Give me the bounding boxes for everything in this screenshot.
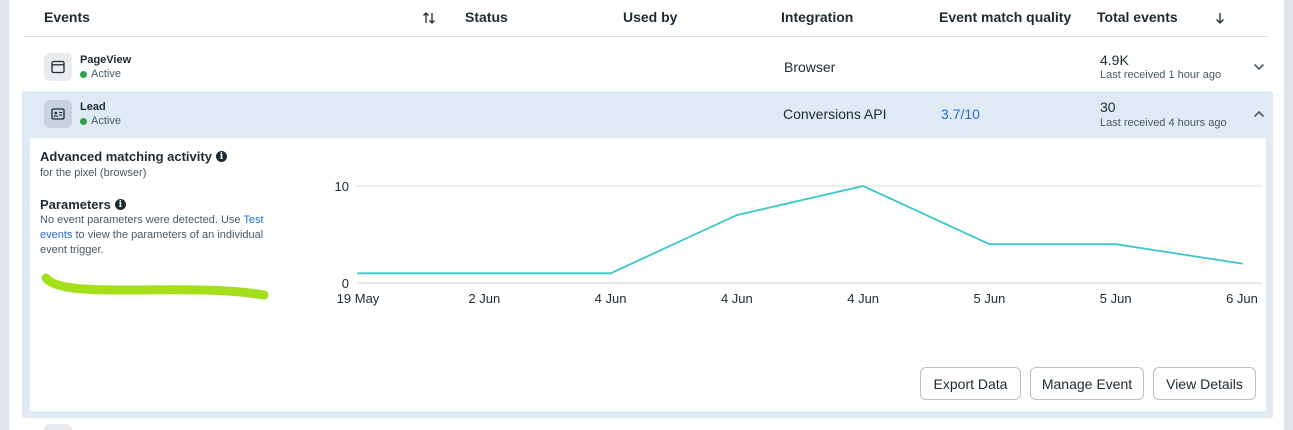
data-point[interactable]: [862, 185, 865, 187]
event-name: PageView: [80, 54, 132, 66]
parameters-description: No event parameters were detected. Use T…: [40, 213, 272, 258]
data-point[interactable]: [1114, 243, 1117, 246]
column-header-status[interactable]: Status: [465, 9, 508, 25]
advanced-matching-title-text: Advanced matching activity: [40, 149, 212, 164]
active-dot-icon: [80, 70, 87, 78]
data-point[interactable]: [735, 214, 738, 216]
x-tick-label: 5 Jun: [974, 291, 1006, 306]
data-point[interactable]: [357, 272, 359, 275]
total-events-value: 30: [1100, 99, 1116, 115]
last-received: Last received 4 hours ago: [1100, 117, 1227, 129]
right-scroll-rail: [1284, 0, 1293, 430]
advanced-matching-subtitle: for the pixel (browser): [40, 167, 147, 179]
data-point[interactable]: [609, 272, 612, 275]
data-point[interactable]: [988, 243, 991, 246]
data-point[interactable]: [483, 272, 486, 275]
x-tick-label: 4 Jun: [595, 291, 627, 306]
parameters-title-text: Parameters: [40, 197, 111, 212]
parameters-text: No event parameters were detected. Use: [40, 214, 244, 226]
x-tick-label: 5 Jun: [1100, 291, 1132, 306]
x-tick-label: 19 May: [337, 291, 380, 306]
browser-window-icon: [44, 53, 72, 81]
info-icon[interactable]: i: [114, 199, 126, 210]
parameters-text-end: to view the parameters of an individual …: [40, 229, 264, 256]
export-data-button[interactable]: Export Data: [920, 367, 1021, 400]
line-chart: 0 10 19 May 2 Jun 4 Jun 4 Jun 4 Jun 5 Jun 5 Jun 6…: [335, 179, 1262, 306]
sort-descending-icon[interactable]: [1212, 10, 1228, 26]
chevron-down-icon[interactable]: [1252, 60, 1266, 74]
total-events-value: 4.9K: [1100, 52, 1129, 68]
table-header: Events Status Used by Integration Event …: [24, 0, 1268, 37]
column-header-events[interactable]: Events: [44, 9, 90, 25]
event-match-quality-link[interactable]: 3.7/10: [941, 106, 980, 122]
next-row-icon: [44, 424, 72, 430]
highlight-stroke-annotation: [41, 273, 269, 300]
column-header-event-match-quality[interactable]: Event match quality: [939, 9, 1071, 25]
x-tick-label: 6 Jun: [1226, 291, 1258, 306]
data-point[interactable]: [1241, 262, 1243, 265]
x-tick-label: 2 Jun: [468, 291, 500, 306]
expanded-event-section: Lead Active Conversions API 3.7/10 30 La…: [22, 91, 1273, 418]
status-badge: Active: [80, 68, 121, 80]
y-tick-label: 0: [342, 276, 349, 291]
advanced-matching-title: Advanced matching activity i: [40, 149, 227, 164]
column-header-used-by[interactable]: Used by: [623, 9, 677, 25]
chevron-up-icon[interactable]: [1252, 107, 1266, 121]
last-received: Last received 1 hour ago: [1100, 69, 1222, 81]
status-label: Active: [91, 68, 121, 80]
status-badge: Active: [80, 115, 121, 127]
info-icon[interactable]: i: [215, 151, 227, 162]
table-row[interactable]: PageView Active Browser 4.9K Last receiv…: [24, 44, 1268, 90]
table-row[interactable]: Lead Active Conversions API 3.7/10 30 La…: [22, 91, 1273, 137]
status-label: Active: [91, 115, 121, 127]
contact-card-icon: [44, 100, 72, 128]
left-scroll-rail: [0, 0, 9, 430]
event-detail-panel: Advanced matching activity i for the pix…: [30, 138, 1266, 411]
parameters-title: Parameters i: [40, 197, 126, 212]
view-details-button[interactable]: View Details: [1153, 367, 1256, 400]
event-name: Lead: [80, 101, 106, 113]
y-tick-label: 10: [335, 179, 349, 194]
column-header-integration[interactable]: Integration: [781, 9, 853, 25]
x-tick-label: 4 Jun: [721, 291, 753, 306]
column-header-total-events[interactable]: Total events: [1097, 9, 1178, 25]
manage-event-button[interactable]: Manage Event: [1030, 367, 1144, 400]
sort-toggle-icon[interactable]: [421, 10, 437, 26]
x-tick-label: 4 Jun: [847, 291, 879, 306]
integration-value: Conversions API: [783, 106, 887, 122]
integration-value: Browser: [784, 59, 836, 75]
active-dot-icon: [80, 117, 87, 125]
series-line[interactable]: [358, 185, 1243, 275]
